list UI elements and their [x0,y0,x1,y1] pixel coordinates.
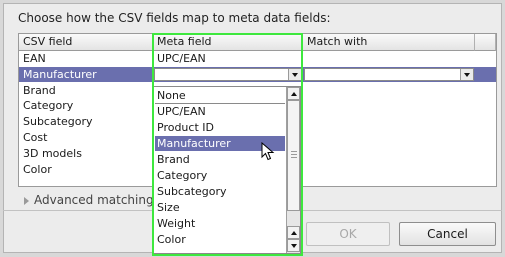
dropdown-option-category[interactable]: Category [155,168,285,183]
dropdown-option-none[interactable]: None [155,88,285,103]
csv-field-cell: Color [23,163,52,176]
chevron-down-icon[interactable] [460,69,473,80]
match-with-combo[interactable] [304,68,474,81]
scroll-up-button[interactable] [287,87,300,100]
advanced-matching-expander[interactable]: Advanced matching [24,193,154,207]
dropdown-option-subcategory[interactable]: Subcategory [155,184,285,199]
csv-field-cell: Category [23,99,74,112]
instructions-text: Choose how the CSV fields map to meta da… [18,11,331,25]
chevron-up-icon [290,230,297,235]
dropdown-option-upc-ean[interactable]: UPC/EAN [155,104,285,119]
csv-field-cell: Brand [23,84,56,97]
csv-field-cell: EAN [23,52,46,65]
dropdown-option-weight[interactable]: Weight [155,216,285,231]
advanced-matching-label: Advanced matching [34,193,154,207]
pointer-cursor-icon [261,142,275,161]
scroll-down-button[interactable] [287,239,300,252]
meta-field-dropdown-list[interactable]: None UPC/EAN Product ID Manufacturer Bra… [153,86,301,254]
chevron-down-icon[interactable] [288,69,301,80]
column-header-spacer [475,34,496,51]
dropdown-scrollbar[interactable] [286,87,300,253]
chevron-up-icon [290,91,297,96]
table-row[interactable]: EAN UPC/EAN [19,51,496,66]
table-row-selected[interactable]: Manufacturer [19,67,496,82]
column-header-meta-field[interactable]: Meta field [153,34,303,51]
cancel-button[interactable]: Cancel [399,222,496,246]
csv-field-cell: Subcategory [23,115,93,128]
csv-field-cell: 3D models [23,147,82,160]
dropdown-option-product-id[interactable]: Product ID [155,120,285,135]
triangle-right-icon [24,196,29,205]
dropdown-option-size[interactable]: Size [155,200,285,215]
column-header-csv-field[interactable]: CSV field [19,34,153,51]
scroll-thumb[interactable] [287,100,300,211]
grip-line [291,154,297,155]
chevron-down-icon [290,243,297,248]
scroll-up-button[interactable] [287,226,300,239]
grip-line [291,157,297,158]
dropdown-option-color[interactable]: Color [155,232,285,247]
csv-field-cell: Cost [23,131,48,144]
meta-field-cell[interactable]: UPC/EAN [153,51,206,66]
grip-line [291,151,297,152]
meta-field-combo[interactable] [154,68,302,81]
ok-button[interactable]: OK [306,222,390,246]
column-header-match-with[interactable]: Match with [303,34,475,51]
csv-field-cell: Manufacturer [23,68,97,81]
